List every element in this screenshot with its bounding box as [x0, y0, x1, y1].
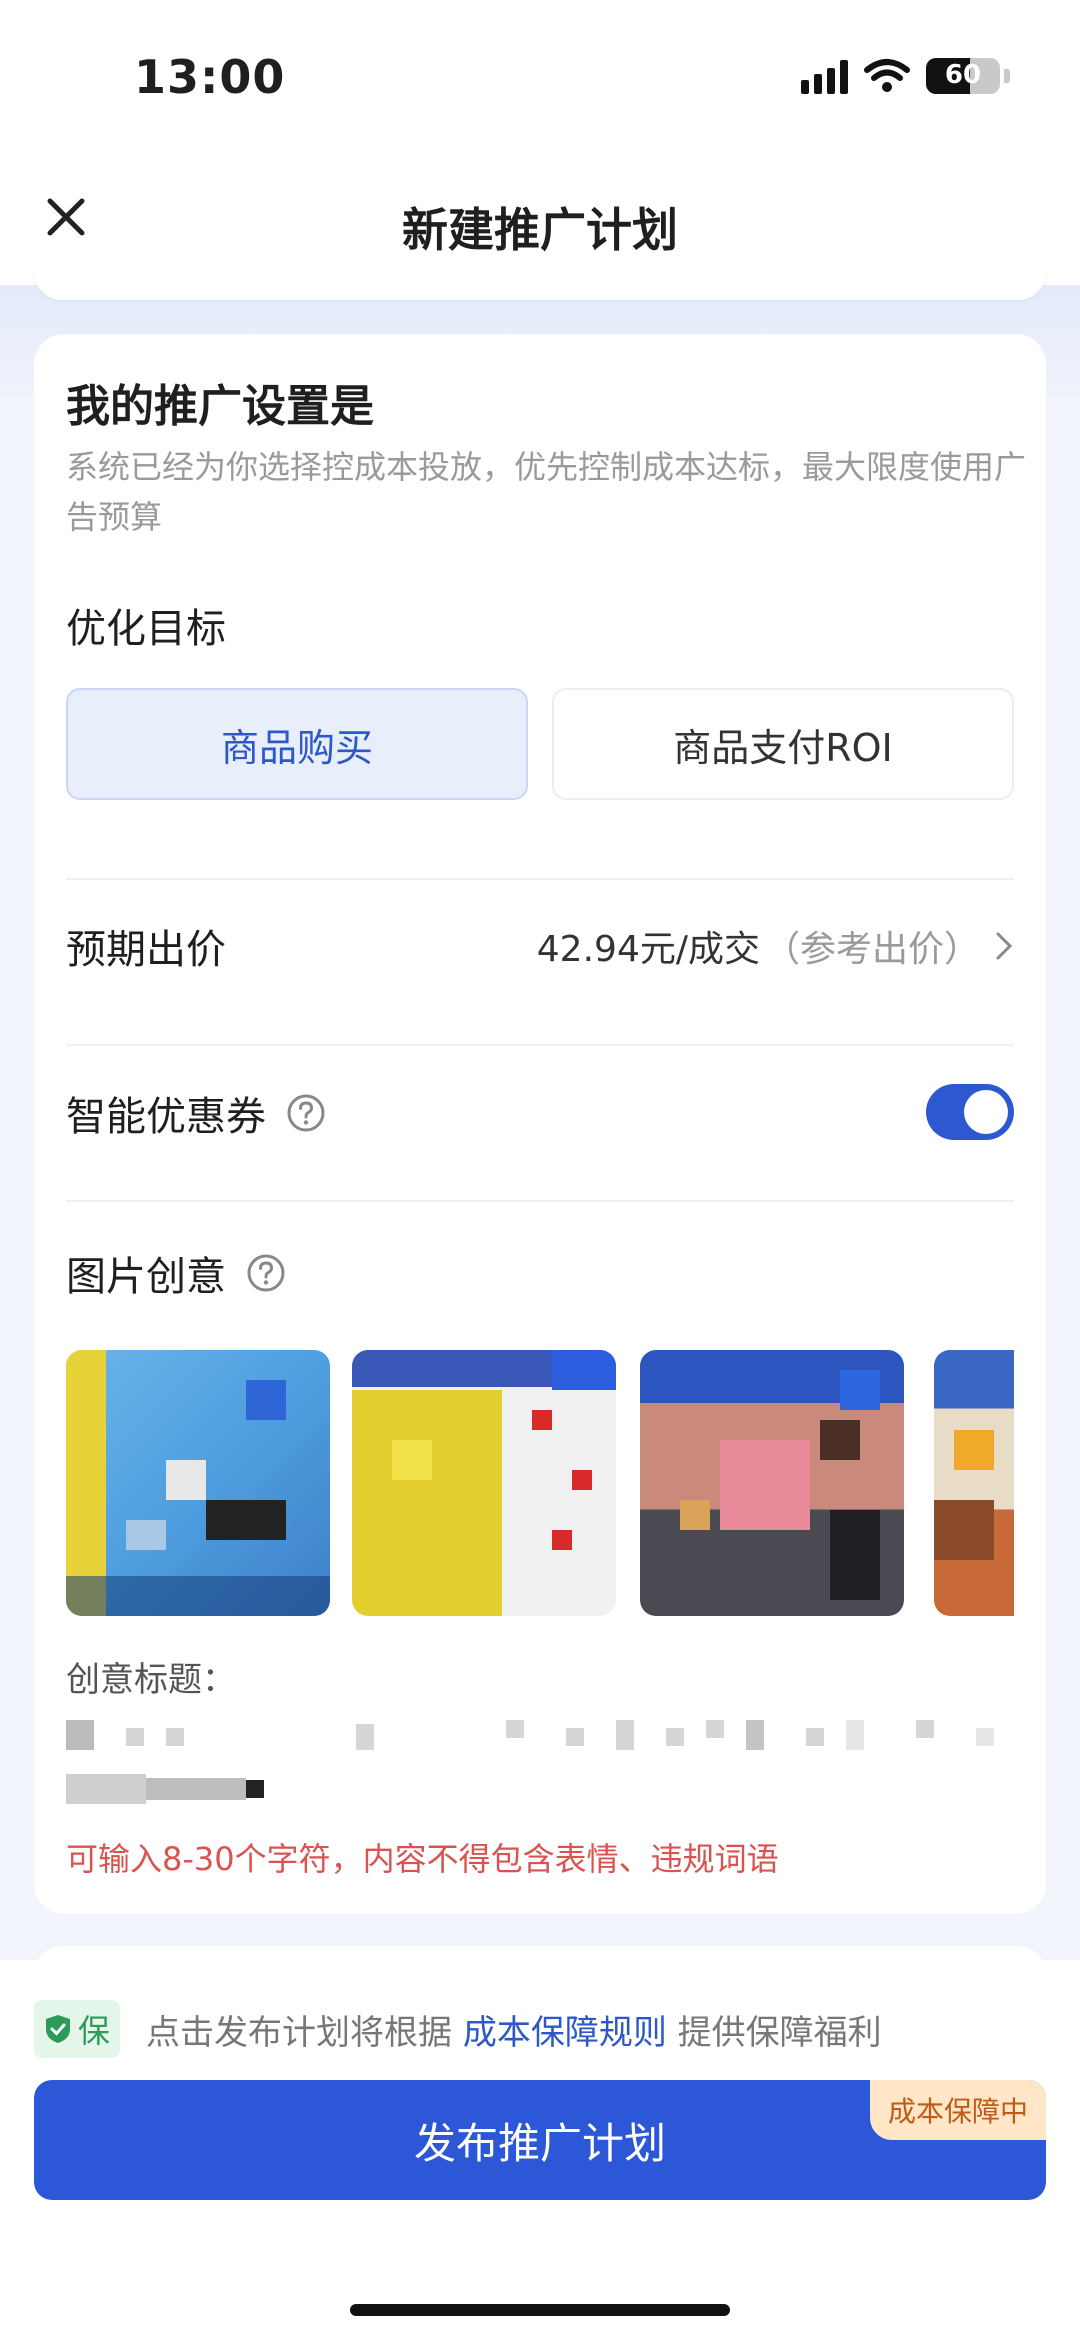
expected-bid-price: 42.94元/成交: [536, 929, 760, 970]
battery-icon: 60: [926, 58, 1000, 94]
creative-thumbnail-3[interactable]: [640, 1350, 904, 1616]
goal-option-roi[interactable]: 商品支付ROI: [552, 688, 1014, 800]
expected-bid-reference: （参考出价）: [763, 929, 980, 970]
smart-coupon-row: 智能优惠券: [66, 1084, 326, 1142]
status-bar: 13:00 60: [0, 0, 1080, 150]
page-title: 新建推广计划: [402, 203, 678, 257]
divider: [66, 1044, 1014, 1046]
creative-thumbnails: [66, 1350, 1014, 1650]
guarantee-rules-link[interactable]: 成本保障规则: [463, 2013, 667, 2053]
signal-icon: [801, 58, 848, 94]
goal-option-purchase[interactable]: 商品购买: [66, 688, 528, 800]
divider: [66, 878, 1014, 880]
smart-coupon-label: 智能优惠券: [66, 1094, 266, 1140]
home-indicator: [350, 2304, 730, 2316]
status-icons: 60: [801, 58, 1010, 94]
creative-thumbnail-1[interactable]: [66, 1350, 330, 1616]
battery-level: 60: [944, 60, 982, 90]
image-creative-label: 图片创意: [66, 1254, 226, 1300]
creative-thumbnail-2[interactable]: [352, 1350, 616, 1616]
help-icon[interactable]: [246, 1253, 286, 1293]
previous-card-edge: [34, 268, 1046, 300]
status-time: 13:00: [134, 50, 286, 104]
battery-tip: [1004, 69, 1010, 83]
creative-title-hint: 可输入8-30个字符，内容不得包含表情、违规词语: [66, 1840, 779, 1878]
optimization-goal-label: 优化目标: [66, 606, 226, 652]
guarantee-badge-text: 保: [78, 2012, 111, 2050]
divider: [66, 1200, 1014, 1202]
help-icon[interactable]: [286, 1093, 326, 1133]
guarantee-suffix: 提供保障福利: [677, 2012, 882, 2053]
nav-bar: 新建推广计划: [0, 150, 1080, 285]
creative-title-redacted: [66, 1714, 1014, 1754]
creative-thumbnail-4[interactable]: [934, 1350, 1014, 1616]
bottom-card-edge: [34, 1946, 1046, 1976]
guarantee-badge: 保: [34, 2000, 121, 2058]
settings-card: 我的推广设置是 系统已经为你选择控成本投放，优先控制成本达标，最大限度使用广告预…: [34, 334, 1046, 1914]
creative-title-redacted-line2: [66, 1770, 366, 1810]
settings-description: 系统已经为你选择控成本投放，优先控制成本达标，最大限度使用广告预算: [66, 448, 1027, 536]
expected-bid-row[interactable]: 42.94元/成交 （参考出价）: [537, 920, 1014, 972]
guarantee-row: 保 点击发布计划将根据 成本保障规则 提供保障福利: [34, 2000, 882, 2058]
shield-check-icon: [46, 2015, 70, 2043]
creative-title-label: 创意标题：: [66, 1660, 236, 1700]
smart-coupon-toggle[interactable]: [926, 1084, 1014, 1140]
settings-title: 我的推广设置是: [66, 381, 374, 432]
toggle-knob: [964, 1090, 1008, 1134]
expected-bid-label: 预期出价: [66, 927, 226, 973]
image-creative-row: 图片创意: [66, 1244, 286, 1302]
cost-guarantee-tag: 成本保障中: [869, 2080, 1046, 2140]
chevron-right-icon: [996, 932, 1013, 960]
wifi-icon: [864, 59, 910, 92]
guarantee-prefix: 点击发布计划将根据: [146, 2012, 453, 2053]
